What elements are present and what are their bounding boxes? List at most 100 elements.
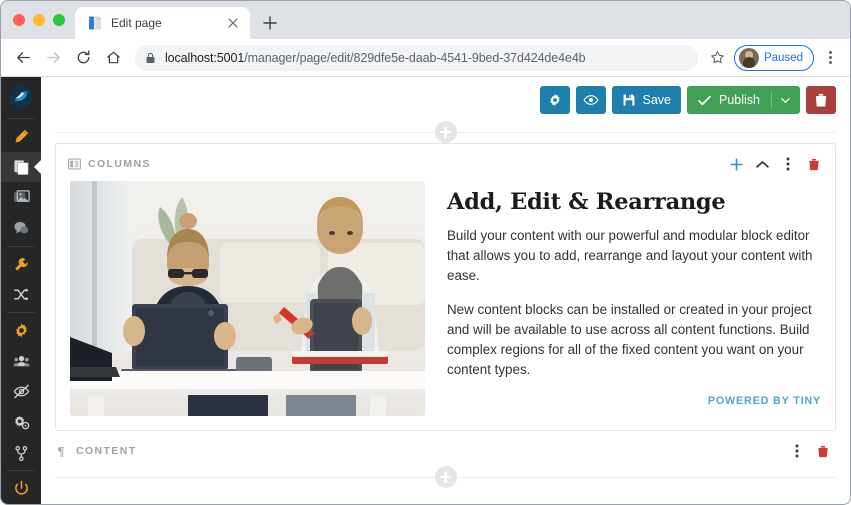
- block-header: COLUMNS: [56, 144, 835, 179]
- url-path: /manager/page/edit/829dfe5e-daab-4541-9b…: [244, 50, 586, 65]
- publish-label: Publish: [719, 93, 760, 107]
- page-action-bar: Save Publish: [41, 77, 850, 121]
- content-block[interactable]: ¶ CONTENT: [55, 431, 836, 466]
- piranha-logo[interactable]: [1, 77, 41, 116]
- kebab-menu-icon[interactable]: [818, 45, 842, 71]
- add-block-button[interactable]: [725, 153, 747, 175]
- sidebar-item-config[interactable]: [1, 407, 41, 438]
- new-tab-button[interactable]: [256, 9, 284, 37]
- power-icon: [13, 480, 30, 497]
- publish-button[interactable]: Publish: [687, 86, 800, 114]
- block-label: COLUMNS: [88, 158, 151, 170]
- columns-layout: Add, Edit & Rearrange Build your content…: [56, 179, 835, 430]
- gears-icon: [13, 414, 30, 431]
- column-left: [70, 181, 425, 416]
- block-options-button[interactable]: [786, 440, 808, 462]
- shuffle-icon: [13, 286, 30, 303]
- lock-icon: [145, 52, 157, 64]
- editor-canvas: Save Publish COLUMNS Add, Edit & Rearran…: [41, 77, 850, 504]
- save-icon: [622, 93, 636, 107]
- column-right: Add, Edit & Rearrange Build your content…: [447, 181, 821, 416]
- profile-button[interactable]: Paused: [733, 44, 814, 71]
- svg-text:¶: ¶: [57, 445, 65, 458]
- browser-tab[interactable]: Edit page: [75, 7, 250, 39]
- url-host: localhost:5001: [165, 50, 245, 65]
- url-text: localhost:5001/manager/page/edit/829dfe5…: [165, 51, 586, 65]
- sidebar-divider: [7, 118, 35, 119]
- address-bar[interactable]: localhost:5001/manager/page/edit/829dfe5…: [135, 44, 698, 71]
- image-icon: [13, 189, 30, 206]
- delete-page-button[interactable]: [806, 86, 836, 114]
- avatar: [738, 47, 759, 68]
- column-paragraph-2: New content blocks can be installed or c…: [447, 302, 812, 377]
- sidebar-item-users[interactable]: [1, 346, 41, 377]
- columns-block[interactable]: COLUMNS Add, Edit & Rearrange Build your…: [55, 143, 836, 431]
- back-button[interactable]: [9, 44, 37, 72]
- editor-scroll-area[interactable]: COLUMNS Add, Edit & Rearrange Build your…: [41, 121, 850, 504]
- block-image[interactable]: [70, 181, 425, 416]
- add-block-button[interactable]: [434, 121, 457, 143]
- window-controls: [9, 1, 75, 39]
- sidebar-item-comments[interactable]: [1, 213, 41, 244]
- preview-button[interactable]: [575, 86, 606, 114]
- sidebar-item-logout[interactable]: [1, 473, 41, 504]
- content-body[interactable]: Cross-Link Your Content With our new Pag…: [55, 488, 836, 504]
- block-label: CONTENT: [76, 445, 137, 457]
- forward-button[interactable]: [39, 44, 67, 72]
- tab-title: Edit page: [111, 16, 162, 30]
- sidebar-item-media[interactable]: [1, 182, 41, 213]
- sidebar-divider: [7, 245, 35, 247]
- close-window-button[interactable]: [13, 14, 25, 26]
- block-tools: [725, 153, 825, 175]
- browser-toolbar: localhost:5001/manager/page/edit/829dfe5…: [1, 39, 850, 77]
- browser-window: Edit page localhost:5001/manager/page/ed…: [0, 0, 851, 505]
- profile-label: Paused: [763, 51, 803, 64]
- collapse-block-button[interactable]: [751, 153, 773, 175]
- add-block-divider[interactable]: [55, 466, 836, 488]
- gear-icon: [13, 322, 30, 339]
- sidebar: [1, 77, 41, 504]
- maximize-window-button[interactable]: [53, 14, 65, 26]
- save-button[interactable]: Save: [611, 86, 681, 114]
- powered-by-label: POWERED BY TINY: [707, 394, 821, 407]
- chevron-down-icon[interactable]: [781, 97, 790, 104]
- sidebar-item-edit[interactable]: [1, 121, 41, 152]
- sidebar-item-sitemap[interactable]: [1, 438, 41, 469]
- sidebar-item-settings[interactable]: [1, 315, 41, 346]
- document-icon: [87, 15, 103, 31]
- columns-icon: [68, 158, 81, 170]
- star-icon[interactable]: [706, 46, 730, 70]
- add-block-button[interactable]: [434, 466, 457, 488]
- sidebar-item-pages[interactable]: [1, 151, 41, 183]
- users-icon: [12, 353, 30, 370]
- tab-strip: Edit page: [1, 1, 850, 39]
- gear-icon: [548, 93, 562, 107]
- check-icon: [697, 93, 712, 108]
- reload-button[interactable]: [69, 44, 97, 72]
- sidebar-divider: [7, 470, 35, 472]
- close-icon[interactable]: [224, 14, 242, 32]
- sidebar-divider: [7, 312, 35, 313]
- delete-block-button[interactable]: [812, 440, 834, 462]
- eye-icon: [582, 92, 599, 108]
- home-button[interactable]: [99, 44, 127, 72]
- block-header: ¶ CONTENT: [55, 431, 836, 466]
- wrench-icon: [13, 256, 30, 273]
- add-block-divider[interactable]: [55, 121, 836, 143]
- paragraph-icon: ¶: [57, 445, 69, 458]
- block-options-button[interactable]: [777, 153, 799, 175]
- sidebar-item-tools[interactable]: [1, 249, 41, 280]
- page-settings-button[interactable]: [539, 86, 570, 114]
- pages-icon: [13, 159, 30, 176]
- column-heading: Add, Edit & Rearrange: [447, 189, 726, 215]
- content-heading: Cross-Link Your Content: [57, 502, 834, 504]
- branch-icon: [13, 445, 30, 462]
- sidebar-item-aliases[interactable]: [1, 279, 41, 310]
- block-tools: [786, 440, 834, 462]
- save-label: Save: [642, 93, 672, 107]
- minimize-window-button[interactable]: [33, 14, 45, 26]
- trash-icon: [814, 93, 828, 108]
- sidebar-item-hidden[interactable]: [1, 376, 41, 407]
- publish-divider: [771, 92, 772, 108]
- delete-block-button[interactable]: [803, 153, 825, 175]
